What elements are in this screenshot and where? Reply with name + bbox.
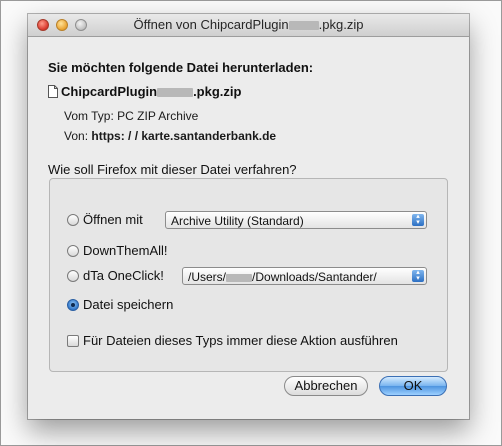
download-dialog: Öffnen von ChipcardPlugin .pkg.zip Sie mö… [28, 14, 469, 419]
option-open-with[interactable]: Öffnen mit [67, 210, 143, 230]
action-question: Wie soll Firefox mit dieser Datei verfah… [48, 162, 297, 177]
redacted-block [226, 273, 253, 282]
document-icon [48, 85, 58, 98]
always-do-this-checkbox-row[interactable]: Für Dateien dieses Typs immer diese Akti… [67, 331, 398, 351]
redacted-block [288, 21, 319, 31]
option-dta-oneclick[interactable]: dTa OneClick! [67, 266, 164, 286]
title-bar[interactable]: Öffnen von ChipcardPlugin .pkg.zip [28, 14, 469, 37]
radio-dta-oneclick[interactable] [67, 270, 79, 282]
select-arrows-icon: ▴ ▾ [412, 269, 424, 282]
radio-save-file[interactable] [67, 299, 79, 311]
option-save-file[interactable]: Datei speichern [67, 295, 173, 315]
cancel-button[interactable]: Abbrechen [284, 376, 368, 396]
file-source: Von: https: / / karte.santanderbank.de [64, 129, 277, 143]
radio-open-with[interactable] [67, 214, 79, 226]
redacted-block [157, 88, 194, 98]
action-group: Öffnen mit Archive Utility (Standard) ▴ ▾… [49, 178, 448, 372]
dta-path-select[interactable]: /Users//Downloads/Santander/ ▴ ▾ [182, 267, 427, 285]
option-downthemall[interactable]: DownThemAll! [67, 241, 168, 261]
file-name: ChipcardPlugin .pkg.zip [48, 84, 241, 99]
minimize-icon[interactable] [56, 19, 68, 31]
open-with-select[interactable]: Archive Utility (Standard) ▴ ▾ [165, 211, 427, 229]
always-do-this-checkbox[interactable] [67, 335, 79, 347]
zoom-icon[interactable] [75, 19, 87, 31]
radio-downthemall[interactable] [67, 245, 79, 257]
ok-button[interactable]: OK [379, 376, 447, 396]
window-title: Öffnen von ChipcardPlugin .pkg.zip [133, 17, 364, 32]
close-icon[interactable] [37, 19, 49, 31]
file-type: Vom Typ: PC ZIP Archive [64, 109, 199, 123]
download-heading: Sie möchten folgende Datei herunterladen… [48, 60, 314, 75]
select-arrows-icon: ▴ ▾ [412, 213, 424, 226]
